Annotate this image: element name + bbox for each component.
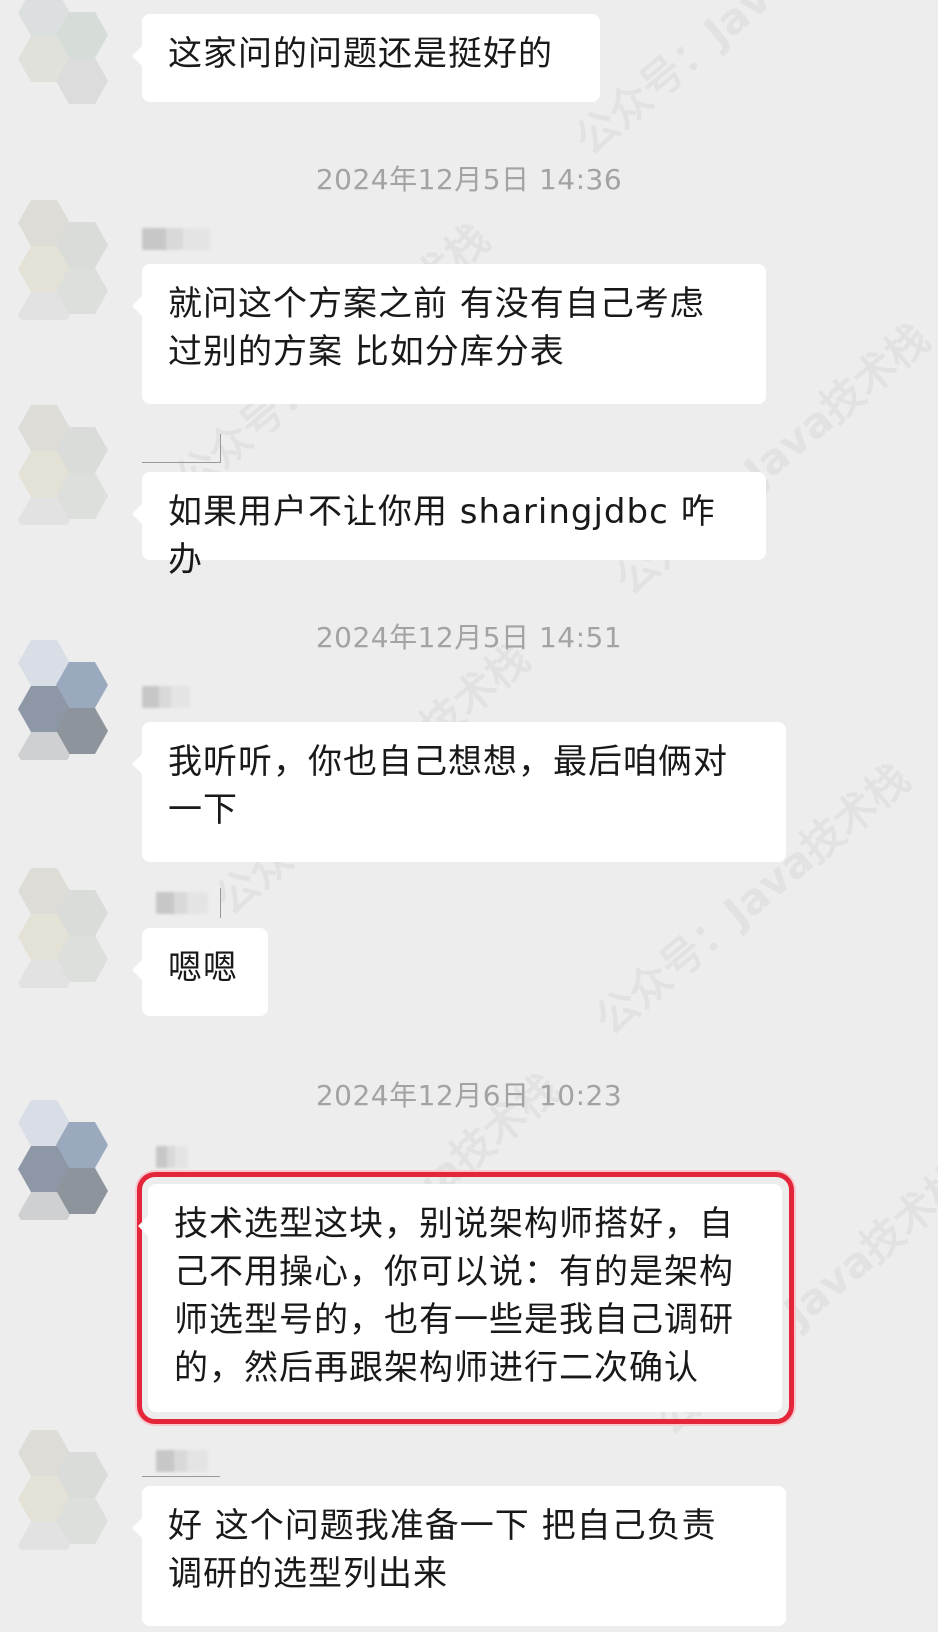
- message-bubble[interactable]: 技术选型这块，别说架构师搭好，自 己不用操心，你可以说：有的是架构 师选型号的，…: [138, 1184, 782, 1412]
- avatar[interactable]: [10, 0, 110, 110]
- message-timestamp: 2024年12月5日 14:51: [315, 621, 623, 654]
- message-bubble[interactable]: 嗯嗯: [132, 928, 268, 1016]
- message-bubble[interactable]: 这家问的问题还是挺好的: [132, 14, 600, 102]
- sender-name: [156, 892, 208, 914]
- message-timestamp: 2024年12月6日 10:23: [315, 1079, 623, 1112]
- sender-name: [156, 1450, 208, 1472]
- chat-window: 公众号：Java技术栈 公众号：Java技术栈 公众号：Java技术栈 公众号：…: [0, 0, 938, 1632]
- avatar[interactable]: [10, 405, 110, 525]
- avatar[interactable]: [10, 868, 110, 988]
- message-bubble[interactable]: 好 这个问题我准备一下 把自己负责 调研的选型列出来: [132, 1486, 786, 1626]
- sender-name: [156, 1146, 188, 1168]
- message-bubble[interactable]: 如果用户不让你用 sharingjdbc 咋办: [132, 472, 766, 580]
- avatar[interactable]: [10, 200, 110, 320]
- message-bubble[interactable]: 就问这个方案之前 有没有自己考虑 过别的方案 比如分库分表: [132, 264, 766, 404]
- watermark: 公众号：Java技术栈: [560, 0, 901, 167]
- message-bubble[interactable]: 我听听，你也自己想想，最后咱俩对 一下: [132, 722, 786, 862]
- sender-name: [142, 434, 221, 463]
- avatar[interactable]: [10, 640, 110, 760]
- sender-name: [142, 686, 190, 708]
- avatar[interactable]: [10, 1430, 110, 1550]
- message-timestamp: 2024年12月5日 14:36: [315, 163, 623, 196]
- avatar[interactable]: [10, 1100, 110, 1220]
- sender-name: [142, 228, 210, 250]
